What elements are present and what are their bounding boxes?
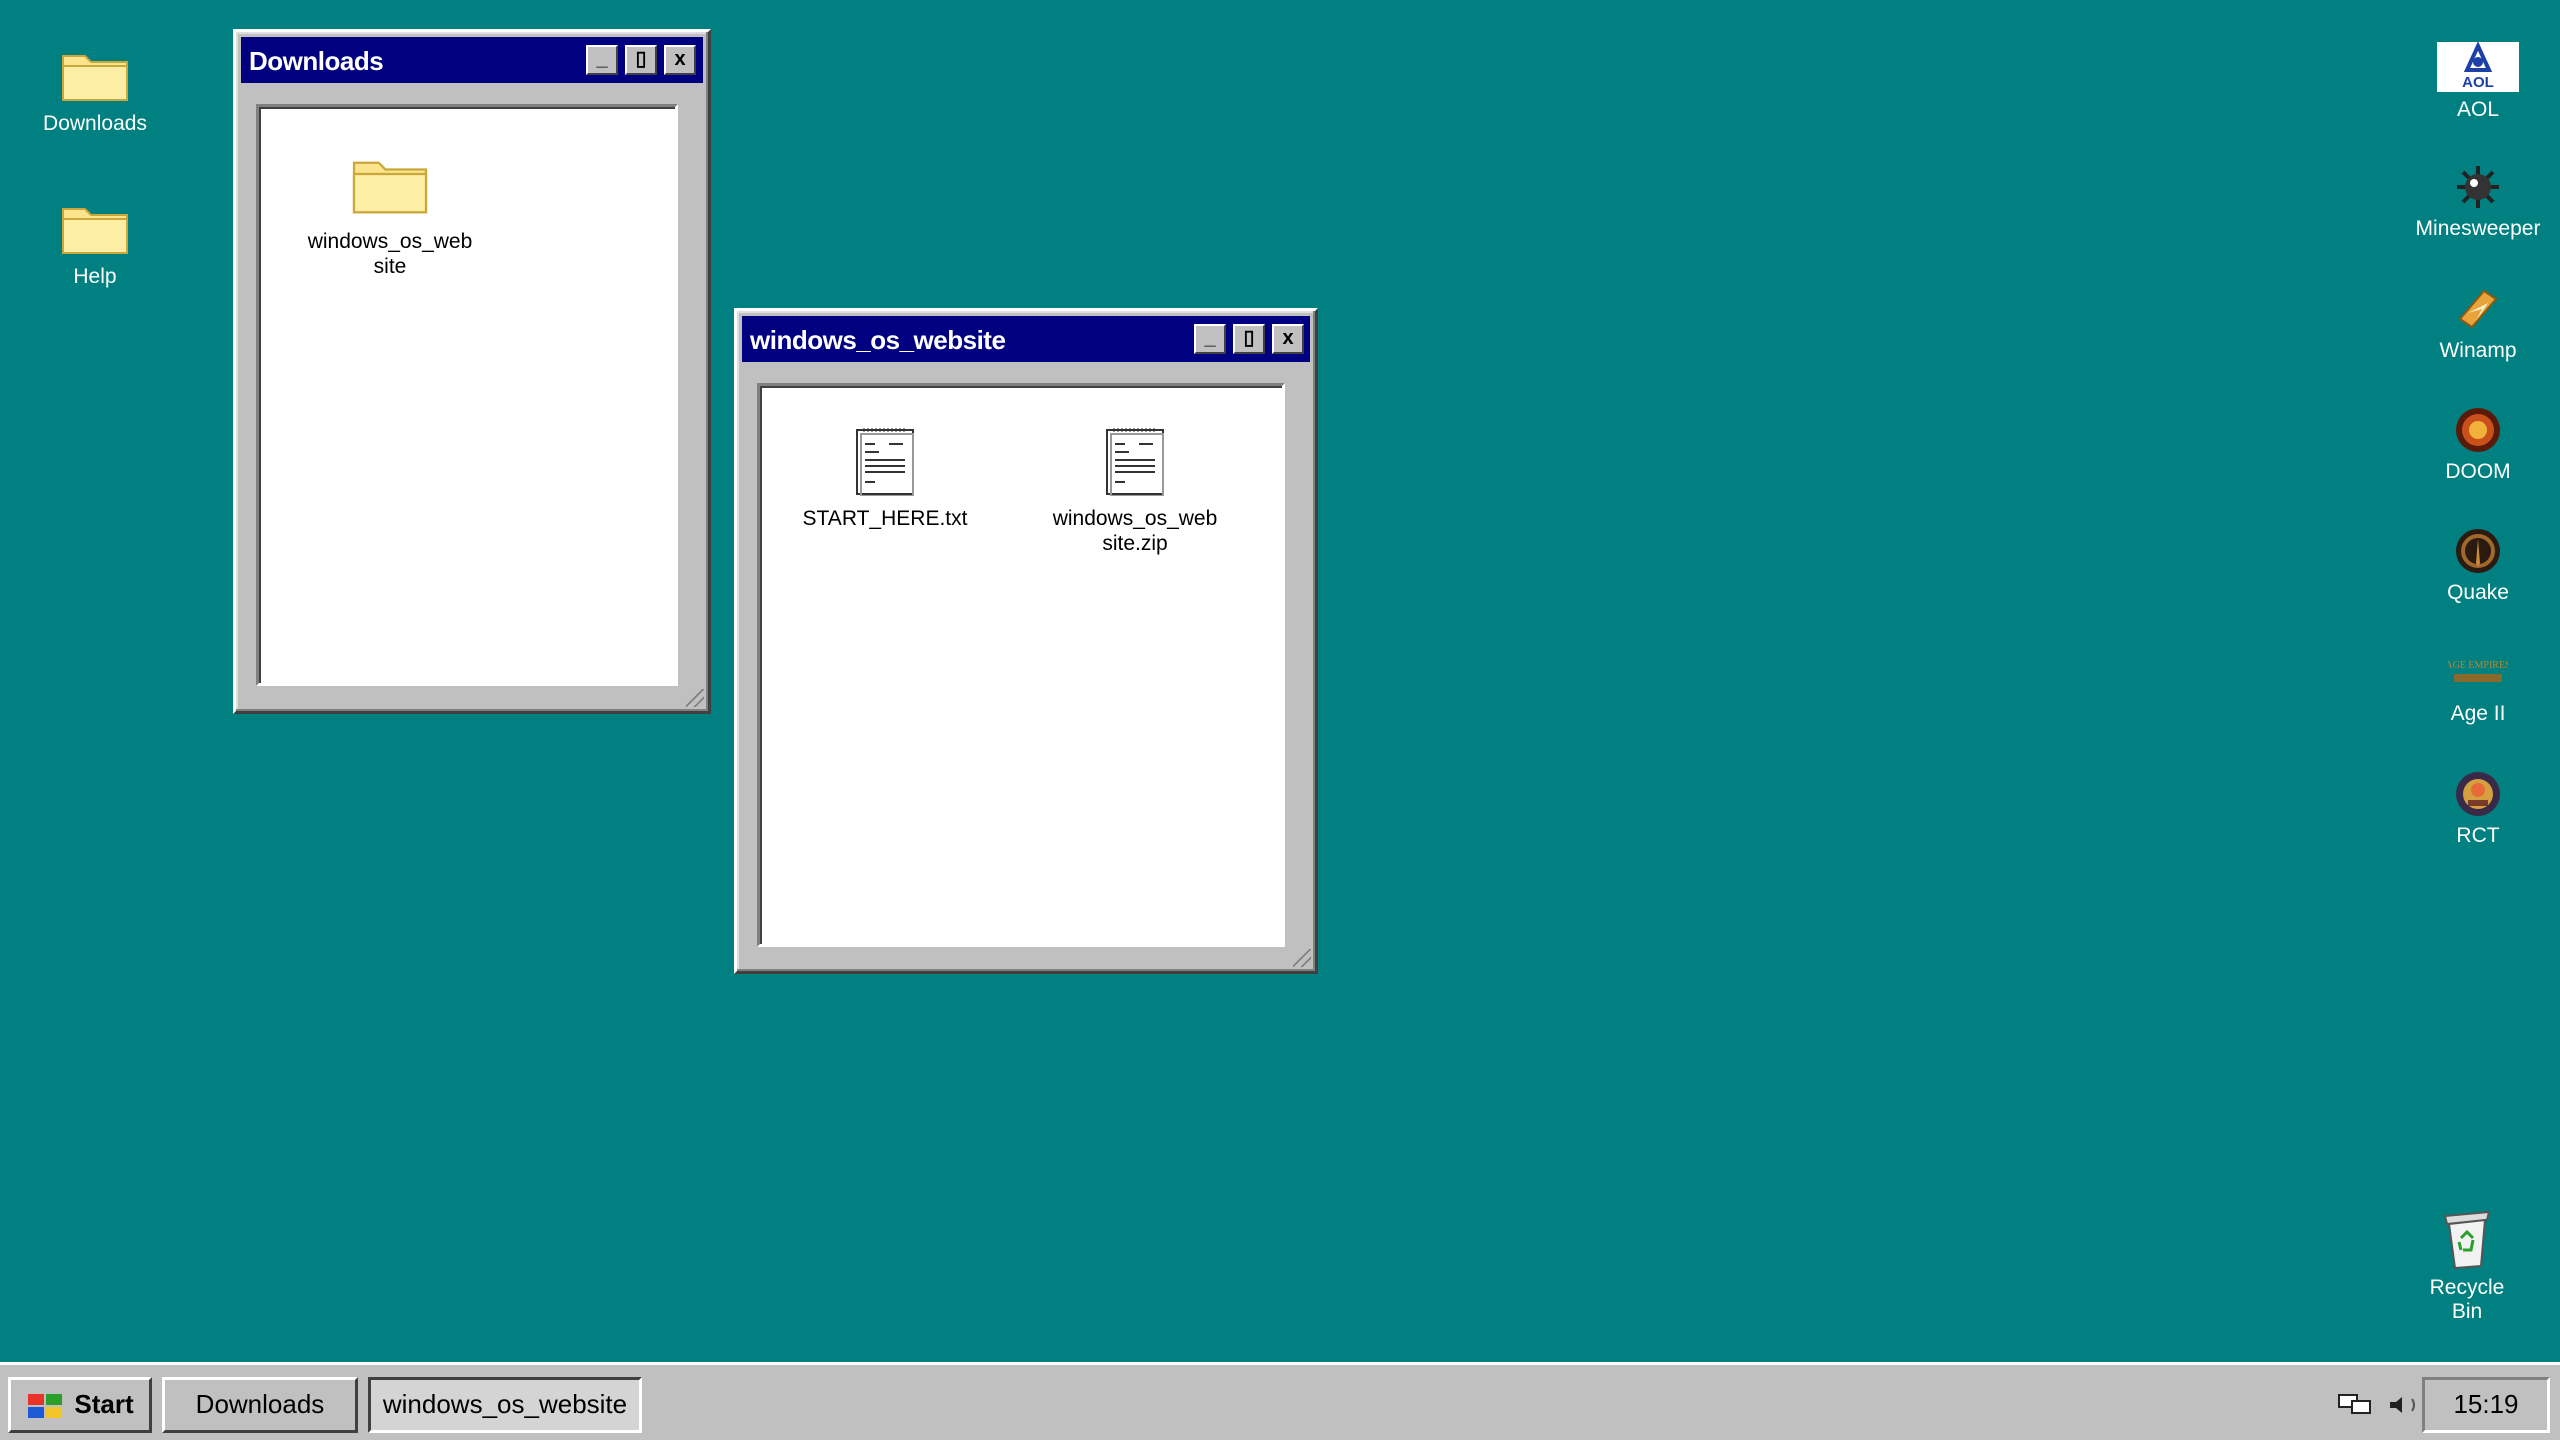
website-window-content[interactable]: START_HERE.txt windows_os_website.zip <box>757 383 1285 947</box>
file-item-windows-os-website-zip[interactable]: windows_os_website.zip <box>1050 426 1220 556</box>
desktop-icon-label: DOOM <box>2445 460 2511 483</box>
desktop-icon-downloads[interactable]: Downloads <box>15 42 175 136</box>
desktop-icon-label: AOL <box>2456 98 2500 121</box>
desktop-icon-winamp[interactable]: Winamp <box>2398 285 2558 363</box>
downloads-window-content[interactable]: windows_os_website <box>256 104 678 686</box>
start-label: Start <box>74 1389 134 1419</box>
svg-text:AGE EMPIRES: AGE EMPIRES <box>2448 660 2508 671</box>
folder-icon <box>62 208 128 254</box>
window-title: Downloads <box>249 46 384 76</box>
desktop-icon-help[interactable]: Help <box>15 195 175 289</box>
task-button-downloads[interactable]: Downloads <box>162 1377 358 1433</box>
age-of-empires-icon: AGE EMPIRES <box>2448 660 2508 682</box>
volume-icon[interactable] <box>2388 1393 2422 1417</box>
desktop-icon-minesweeper[interactable]: Minesweeper <box>2398 163 2558 241</box>
recycle-bin-icon <box>2443 1210 2491 1270</box>
desktop-icon-label: Quake <box>2447 581 2509 604</box>
desktop-icon-label: Downloads <box>43 112 147 135</box>
maximize-button[interactable]: ▯ <box>1233 324 1265 354</box>
network-icon[interactable] <box>2338 1393 2372 1417</box>
minesweeper-icon <box>2457 166 2499 208</box>
close-button[interactable]: x <box>664 45 696 75</box>
desktop-icon-label: Winamp <box>2439 339 2517 362</box>
quake-icon <box>2456 529 2500 573</box>
window-title: windows_os_website <box>750 325 1006 355</box>
downloads-window-titlebar[interactable]: Downloads _ ▯ x <box>241 37 703 83</box>
rollercoaster-tycoon-icon <box>2456 772 2500 816</box>
desktop-icon-quake[interactable]: Quake <box>2398 527 2558 605</box>
text-file-icon <box>856 428 914 496</box>
desktop-icon-label: Help <box>73 265 117 288</box>
resize-grip[interactable] <box>686 689 704 707</box>
desktop-icon-label: Recycle Bin <box>2429 1276 2505 1323</box>
task-button-windows-os-website[interactable]: windows_os_website <box>368 1377 642 1433</box>
minimize-button[interactable]: _ <box>586 45 618 75</box>
desktop-icon-label: Minesweeper <box>2415 217 2541 240</box>
desktop-icon-age-ii[interactable]: AGE EMPIRES Age II <box>2398 650 2558 726</box>
windows-logo-icon <box>28 1394 63 1419</box>
desktop-icon-label: Age II <box>2450 702 2506 725</box>
website-window[interactable]: windows_os_website _ ▯ x START_HERE.txt … <box>734 308 1318 974</box>
winamp-icon <box>2458 289 2498 329</box>
desktop-icon-aol[interactable]: AOL AOL <box>2398 42 2558 122</box>
start-button[interactable]: Start <box>8 1377 152 1433</box>
downloads-window[interactable]: Downloads _ ▯ x windows_os_website <box>233 29 711 714</box>
clock[interactable]: 15:19 <box>2422 1377 2550 1433</box>
file-item-start-here[interactable]: START_HERE.txt <box>800 426 970 531</box>
resize-grip[interactable] <box>1293 949 1311 967</box>
file-label: windows_os_website.zip <box>1052 507 1218 555</box>
doom-icon <box>2456 408 2500 452</box>
svg-text:AOL: AOL <box>2462 74 2494 91</box>
file-label: windows_os_website <box>307 230 473 278</box>
close-button[interactable]: x <box>1272 324 1304 354</box>
desktop-icon-recycle-bin[interactable]: Recycle Bin <box>2387 1206 2547 1324</box>
desktop-icon-doom[interactable]: DOOM <box>2398 406 2558 484</box>
folder-item-windows-os-website[interactable]: windows_os_website <box>305 147 475 279</box>
folder-icon <box>62 55 128 101</box>
text-file-icon <box>1106 428 1164 496</box>
desktop-icon-label: RCT <box>2456 824 2500 847</box>
website-window-titlebar[interactable]: windows_os_website _ ▯ x <box>742 316 1310 362</box>
file-label: START_HERE.txt <box>802 507 968 530</box>
taskbar: Start Downloads windows_os_website 15:19 <box>0 1362 2560 1440</box>
desktop-icon-rct[interactable]: RCT <box>2398 770 2558 848</box>
folder-icon <box>352 161 428 214</box>
aol-icon: AOL <box>2437 42 2519 92</box>
maximize-button[interactable]: ▯ <box>625 45 657 75</box>
minimize-button[interactable]: _ <box>1194 324 1226 354</box>
